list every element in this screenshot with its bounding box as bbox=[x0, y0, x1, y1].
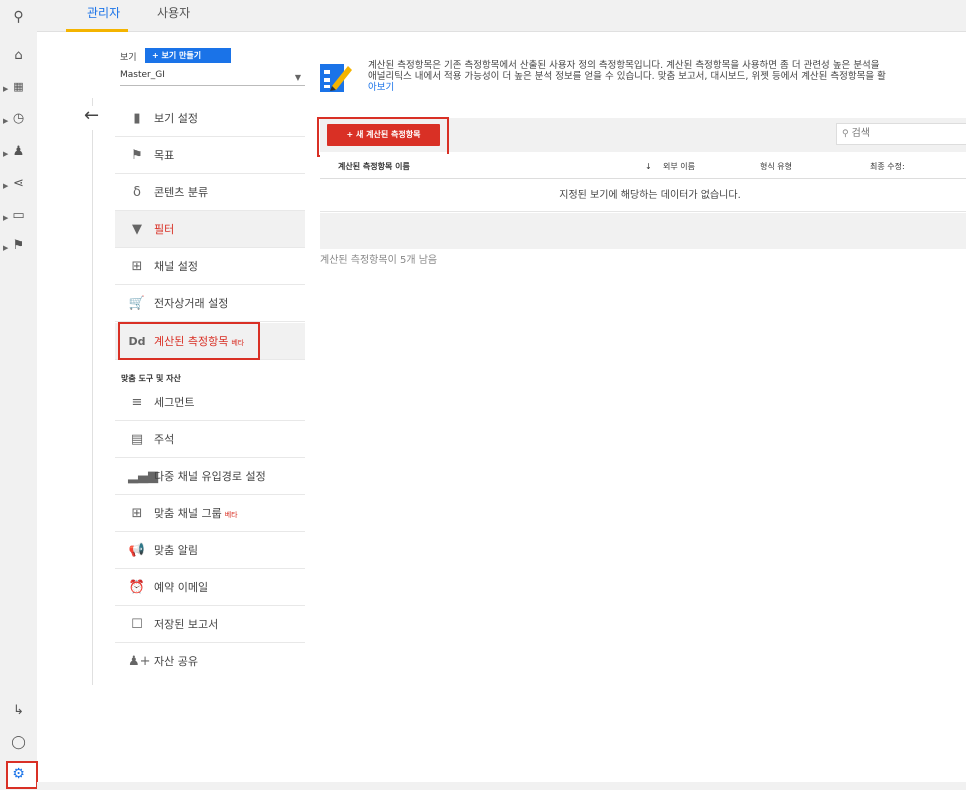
dashboard-icon[interactable]: ▦ bbox=[0, 80, 37, 93]
cart-icon: 🛒 bbox=[128, 296, 146, 311]
menu-item-label: 예약 이메일 bbox=[154, 581, 209, 594]
info-description: 계산된 측정항목은 기존 측정항목에서 산출된 사용자 정의 측정항목입니다. … bbox=[368, 60, 966, 93]
person-walk-icon: ẟ bbox=[133, 185, 141, 200]
menu-item-view-settings[interactable]: ▮ 보기 설정 bbox=[115, 100, 305, 137]
menu-item-label: 목표 bbox=[154, 149, 175, 162]
menu-item-label: 채널 설정 bbox=[154, 260, 198, 273]
menu-item-channel-settings[interactable]: ⊞ 채널 설정 bbox=[115, 248, 305, 285]
clock-icon: ⏰ bbox=[128, 580, 146, 595]
info-line-2: 애널리틱스 내에서 적용 가능성이 더 높은 분석 정보를 얻을 수 있습니다.… bbox=[368, 71, 886, 82]
tab-admin[interactable]: 관리자 bbox=[87, 4, 120, 21]
column-header-name[interactable]: 계산된 측정항목 이름 bbox=[338, 154, 410, 179]
top-tab-bar: 관리자 사용자 bbox=[37, 0, 966, 32]
column-header-format-type[interactable]: 형식 유형 bbox=[760, 154, 792, 179]
search-icon[interactable]: ⚲ bbox=[0, 9, 37, 25]
menu-item-label: 자산 공유 bbox=[154, 655, 198, 668]
column-divider bbox=[92, 130, 93, 685]
channel-group-icon: ⊞ bbox=[131, 506, 143, 521]
column-header-last-modified[interactable]: 최종 수정: bbox=[870, 154, 905, 179]
remaining-count: 계산된 측정항목이 5개 남음 bbox=[320, 255, 438, 266]
menu-item-label: 맞춤 알림 bbox=[154, 544, 198, 557]
clock-icon[interactable]: ◷ bbox=[0, 111, 37, 126]
menu-item-custom-alerts[interactable]: 📢 맞춤 알림 bbox=[115, 532, 305, 569]
column-header-external-name[interactable]: 외부 이름 bbox=[663, 154, 695, 179]
section-header: 맞춤 도구 및 자산 bbox=[121, 374, 181, 383]
menu-item-label: 맞춤 채널 그룹 베타 bbox=[154, 495, 238, 532]
search-icon: ⚲ bbox=[842, 129, 849, 139]
menu-item-filters[interactable]: ▼ 필터 bbox=[115, 211, 305, 248]
menu-item-saved-reports[interactable]: ☐ 저장된 보고서 bbox=[115, 606, 305, 643]
menu-item-label: 주석 bbox=[154, 433, 175, 446]
table-header: 계산된 측정항목 이름 ↓ 외부 이름 형식 유형 최종 수정: bbox=[320, 154, 966, 179]
caret-down-icon: ▼ bbox=[294, 73, 301, 82]
menu-item-label: 필터 bbox=[154, 223, 175, 236]
channel-icon: ⊞ bbox=[131, 259, 143, 274]
menu-item-content-grouping[interactable]: ẟ 콘텐츠 분류 bbox=[115, 174, 305, 211]
active-tab-indicator bbox=[66, 29, 128, 32]
menu-item-label-text: 맞춤 채널 그룹 bbox=[154, 507, 222, 520]
menu-item-label: 콘텐츠 분류 bbox=[154, 186, 209, 199]
sort-desc-icon[interactable]: ↓ bbox=[645, 154, 652, 179]
document-icon: ▮ bbox=[133, 111, 141, 126]
behavior-icon[interactable]: ▭ bbox=[0, 208, 37, 223]
menu-item-label: 보기 설정 bbox=[154, 112, 198, 125]
beta-badge: 베타 bbox=[224, 511, 238, 519]
audience-icon[interactable]: ♟ bbox=[0, 144, 37, 159]
menu-item-label: 다중 채널 유입경로 설정 bbox=[154, 470, 266, 483]
menu-item-mcf-settings[interactable]: ▂▄▆ 다중 채널 유입경로 설정 bbox=[115, 458, 305, 495]
view-select[interactable]: Master_GI ▼ bbox=[120, 70, 305, 86]
tab-user[interactable]: 사용자 bbox=[157, 4, 190, 21]
saved-report-icon: ☐ bbox=[131, 617, 143, 632]
lightbulb-icon[interactable]: ◯ bbox=[0, 735, 37, 750]
bar-chart-icon: ▂▄▆ bbox=[128, 469, 158, 484]
search-placeholder: 검색 bbox=[851, 128, 870, 139]
view-label: 보기 bbox=[120, 53, 137, 63]
segment-icon: ≡ bbox=[131, 395, 143, 410]
calculated-metric-info-icon bbox=[320, 64, 352, 92]
create-view-button[interactable]: + 보기 만들기 bbox=[145, 48, 231, 63]
menu-item-segments[interactable]: ≡ 세그먼트 bbox=[115, 384, 305, 421]
menu-item-label: 세그먼트 bbox=[154, 396, 195, 409]
home-icon[interactable]: ⌂ bbox=[0, 48, 37, 63]
attribution-icon[interactable]: ↳ bbox=[0, 703, 37, 718]
menu-item-custom-channel-groups[interactable]: ⊞ 맞춤 채널 그룹 베타 bbox=[115, 495, 305, 532]
empty-table-message: 지정된 보기에 해당하는 데이터가 없습니다. bbox=[320, 180, 966, 212]
menu-item-label: 저장된 보고서 bbox=[154, 618, 219, 631]
gear-icon[interactable]: ⚙ bbox=[0, 766, 37, 782]
search-input[interactable]: ⚲ 검색 bbox=[836, 123, 966, 145]
info-line-1: 계산된 측정항목은 기존 측정항목에서 산출된 사용자 정의 측정항목입니다. … bbox=[368, 60, 880, 71]
calculated-metrics-highlight-box bbox=[118, 322, 260, 360]
comment-icon: ▤ bbox=[130, 432, 144, 447]
filter-icon: ▼ bbox=[132, 222, 142, 237]
menu-item-annotations[interactable]: ▤ 주석 bbox=[115, 421, 305, 458]
back-arrow-icon[interactable]: ← bbox=[84, 105, 99, 126]
acquisition-icon[interactable]: ⋖ bbox=[0, 176, 37, 191]
share-person-icon: ♟+ bbox=[128, 654, 151, 669]
megaphone-icon: 📢 bbox=[128, 543, 146, 558]
menu-item-scheduled-emails[interactable]: ⏰ 예약 이메일 bbox=[115, 569, 305, 606]
conversions-flag-icon[interactable]: ⚑ bbox=[0, 238, 37, 253]
menu-item-share-assets[interactable]: ♟+ 자산 공유 bbox=[115, 643, 305, 680]
view-select-value: Master_GI bbox=[120, 70, 165, 80]
menu-item-goals[interactable]: ⚑ 목표 bbox=[115, 137, 305, 174]
flag-icon: ⚑ bbox=[131, 148, 143, 163]
menu-item-label: 전자상거래 설정 bbox=[154, 297, 229, 310]
menu-item-ecommerce-settings[interactable]: 🛒 전자상거래 설정 bbox=[115, 285, 305, 322]
new-button-highlight-box bbox=[317, 117, 449, 157]
learn-more-link[interactable]: 아보기 bbox=[368, 82, 966, 93]
table-footer bbox=[320, 213, 966, 249]
bottom-bar bbox=[37, 782, 966, 790]
left-nav-rail: ⚲ ⌂ ▶ ▦ ▶ ◷ ▶ ♟ ▶ ⋖ ▶ ▭ ▶ ⚑ ↳ ◯ ⚙ bbox=[0, 0, 38, 790]
